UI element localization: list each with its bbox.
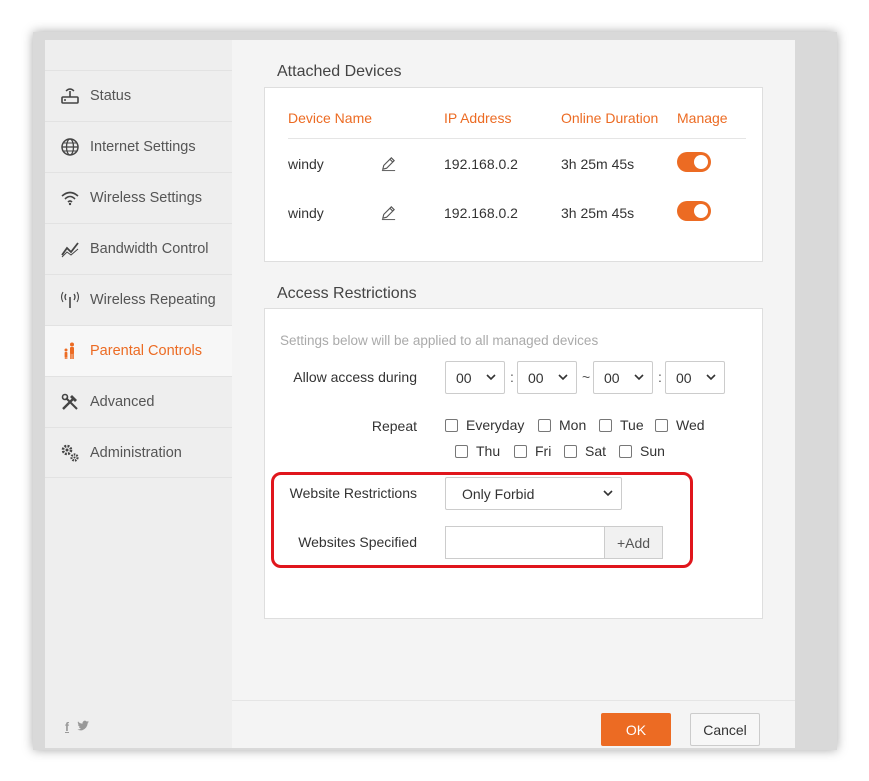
chevron-down-icon <box>558 374 568 381</box>
hint-text: Settings below will be applied to all ma… <box>280 333 599 348</box>
cancel-button[interactable]: Cancel <box>690 713 760 746</box>
chevron-down-icon <box>634 374 644 381</box>
table-header: Device Name IP Address Online Duration M… <box>288 110 746 139</box>
day-tue[interactable]: Tue <box>599 417 644 433</box>
sidebar-item-label: Status <box>90 88 132 104</box>
table-row: windy 192.168.0.2 3h 25m 45s <box>288 188 746 237</box>
sidebar-item-bandwidth-control[interactable]: Bandwidth Control <box>45 223 232 274</box>
edit-name-button[interactable] <box>380 204 444 221</box>
allow-access-label: Allow access during <box>293 369 417 385</box>
manage-toggle[interactable] <box>677 201 711 221</box>
device-ip: 192.168.0.2 <box>444 155 518 172</box>
device-duration: 3h 25m 45s <box>561 155 635 172</box>
end-hour-select[interactable]: 00 <box>593 361 653 394</box>
start-minute-select[interactable]: 00 <box>517 361 577 394</box>
twitter-icon[interactable] <box>77 720 90 734</box>
pencil-icon <box>381 157 396 172</box>
main-content: Attached Devices Device Name IP Address … <box>232 40 795 748</box>
day-sat[interactable]: Sat <box>564 443 606 459</box>
pencil-icon <box>381 206 396 221</box>
chart-line-icon <box>59 238 81 260</box>
sidebar-item-label: Parental Controls <box>90 343 203 359</box>
sidebar-item-label: Advanced <box>90 394 155 410</box>
ok-button[interactable]: OK <box>601 713 671 746</box>
column-device-name: Device Name <box>288 110 373 126</box>
router-icon <box>59 85 81 107</box>
device-ip: 192.168.0.2 <box>444 204 518 221</box>
column-online-duration: Online Duration <box>561 110 659 126</box>
devices-table: Device Name IP Address Online Duration M… <box>288 110 746 237</box>
sidebar-item-administration[interactable]: Administration <box>45 427 232 478</box>
day-wed[interactable]: Wed <box>655 417 705 433</box>
sidebar-item-label: Administration <box>90 444 182 461</box>
column-ip-address: IP Address <box>444 110 512 126</box>
sidebar: Status Internet Settings Wireless Settin… <box>45 40 232 748</box>
day-sun[interactable]: Sun <box>619 443 665 459</box>
sidebar-menu: Status Internet Settings Wireless Settin… <box>45 70 232 478</box>
device-duration: 3h 25m 45s <box>561 204 635 221</box>
day-mon[interactable]: Mon <box>538 417 586 433</box>
sidebar-item-advanced[interactable]: Advanced <box>45 376 232 427</box>
attached-devices-title: Attached Devices <box>277 63 402 80</box>
sidebar-item-internet-settings[interactable]: Internet Settings <box>45 121 232 172</box>
table-row: windy 192.168.0.2 3h 25m 45s <box>288 139 746 188</box>
checkbox[interactable] <box>599 418 612 432</box>
globe-icon <box>59 136 81 158</box>
checkbox[interactable] <box>564 444 577 458</box>
chevron-down-icon <box>486 374 496 381</box>
antenna-icon <box>59 289 81 311</box>
device-name: windy <box>288 155 324 172</box>
sidebar-item-label: Wireless Repeating <box>90 292 216 308</box>
checkbox[interactable] <box>619 444 632 458</box>
time-range-separator: ~ <box>582 369 591 385</box>
access-restrictions-panel: Settings below will be applied to all ma… <box>264 308 763 619</box>
day-fri[interactable]: Fri <box>514 443 551 459</box>
time-colon: : <box>510 369 514 385</box>
chevron-down-icon <box>706 374 716 381</box>
sidebar-item-label: Bandwidth Control <box>90 241 209 257</box>
device-name: windy <box>288 204 324 221</box>
checkbox[interactable] <box>455 444 468 458</box>
column-manage: Manage <box>677 110 728 126</box>
highlight-annotation <box>271 472 693 568</box>
checkbox[interactable] <box>538 418 551 432</box>
time-colon: : <box>658 369 662 385</box>
family-icon <box>59 340 81 362</box>
day-everyday[interactable]: Everyday <box>445 417 524 433</box>
end-minute-select[interactable]: 00 <box>665 361 725 394</box>
facebook-icon[interactable]: f <box>65 720 69 734</box>
repeat-label: Repeat <box>371 418 417 434</box>
day-thu[interactable]: Thu <box>455 443 500 459</box>
checkbox[interactable] <box>514 444 527 458</box>
router-admin-app: Status Internet Settings Wireless Settin… <box>45 40 795 748</box>
checkbox[interactable] <box>655 418 668 432</box>
access-restrictions-title: Access Restrictions <box>277 285 417 302</box>
checkbox[interactable] <box>445 418 458 432</box>
gears-icon <box>59 442 81 464</box>
wifi-icon <box>59 187 81 209</box>
sidebar-item-label: Internet Settings <box>90 139 196 155</box>
sidebar-item-label: Wireless Settings <box>90 190 203 206</box>
social-links: f <box>65 720 90 734</box>
sidebar-item-wireless-settings[interactable]: Wireless Settings <box>45 172 232 223</box>
attached-devices-panel: Device Name IP Address Online Duration M… <box>264 87 763 262</box>
manage-toggle[interactable] <box>677 152 711 172</box>
start-hour-select[interactable]: 00 <box>445 361 505 394</box>
edit-name-button[interactable] <box>380 155 444 172</box>
sidebar-item-parental-controls[interactable]: Parental Controls <box>45 325 232 376</box>
tools-icon <box>59 391 81 413</box>
footer-bar: OK Cancel <box>232 700 795 748</box>
sidebar-item-status[interactable]: Status <box>45 70 232 121</box>
sidebar-item-wireless-repeating[interactable]: Wireless Repeating <box>45 274 232 325</box>
